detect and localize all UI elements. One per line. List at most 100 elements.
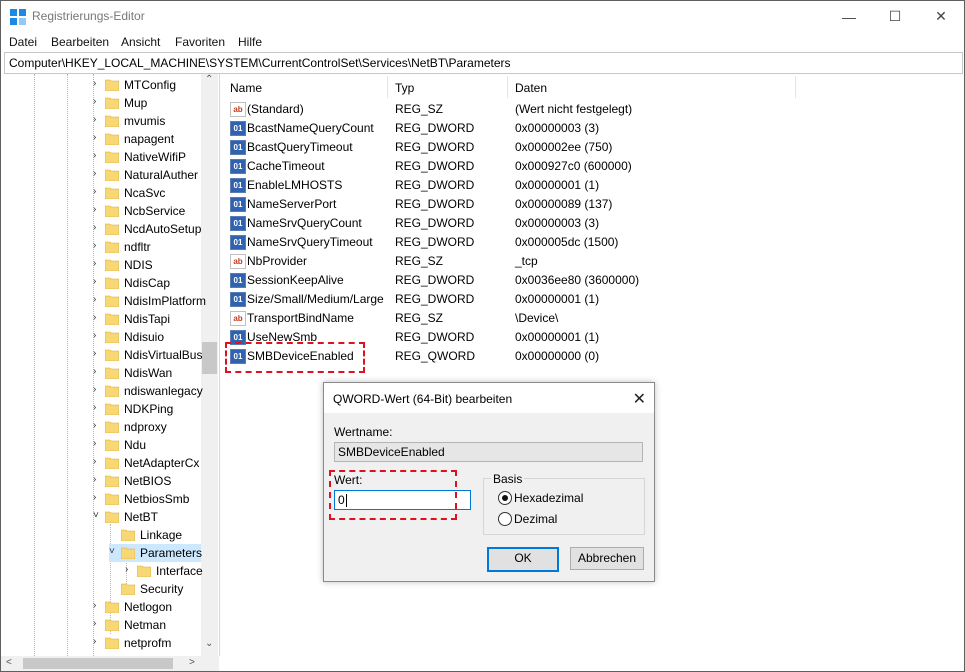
menu-file[interactable]: Datei bbox=[9, 35, 37, 49]
tree-item[interactable]: › NcdAutoSetup bbox=[93, 220, 201, 238]
scroll-down-icon[interactable]: ⌄ bbox=[205, 638, 213, 649]
value-row[interactable]: ab NbProvider REG_SZ _tcp bbox=[223, 251, 963, 270]
value-row[interactable]: 01 Size/Small/Medium/Large REG_DWORD 0x0000… bbox=[223, 289, 963, 308]
chevron-right-icon[interactable]: › bbox=[93, 366, 103, 377]
tree-item[interactable]: › NdisWan bbox=[93, 364, 201, 382]
value-row[interactable]: 01 NameServerPort REG_DWORD 0x00000089 (137… bbox=[223, 194, 963, 213]
menu-favorites[interactable]: Favoriten bbox=[175, 35, 225, 49]
tree-item[interactable]: › Interface bbox=[125, 562, 203, 580]
cancel-button[interactable]: Abbrechen bbox=[570, 547, 644, 570]
tree-item[interactable]: › NcbService bbox=[93, 202, 201, 220]
tree-item[interactable]: › NdisVirtualBus bbox=[93, 346, 202, 364]
chevron-right-icon[interactable]: › bbox=[125, 564, 135, 575]
tree-item[interactable]: › NetBIOS bbox=[93, 472, 201, 490]
close-button[interactable]: ✕ bbox=[918, 1, 964, 32]
chevron-right-icon[interactable]: › bbox=[93, 294, 103, 305]
tree-item[interactable]: › NdisCap bbox=[93, 274, 201, 292]
chevron-right-icon[interactable]: › bbox=[93, 132, 103, 143]
chevron-right-icon[interactable]: › bbox=[93, 330, 103, 341]
tree-item[interactable]: › NdisTapi bbox=[93, 310, 201, 328]
tree-item[interactable]: › NdisImPlatform bbox=[93, 292, 206, 310]
chevron-right-icon[interactable]: › bbox=[93, 618, 103, 629]
chevron-right-icon[interactable]: › bbox=[93, 474, 103, 485]
value-row[interactable]: ab (Standard) REG_SZ (Wert nicht festgelegt… bbox=[223, 99, 963, 118]
menu-help[interactable]: Hilfe bbox=[238, 35, 262, 49]
chevron-right-icon[interactable]: › bbox=[93, 600, 103, 611]
tree-item[interactable]: › ndfltr bbox=[93, 238, 201, 256]
minimize-button[interactable]: — bbox=[826, 1, 872, 32]
scroll-up-icon[interactable]: ⌃ bbox=[205, 74, 213, 85]
chevron-down-icon[interactable]: ˅ bbox=[93, 510, 103, 521]
tree-item[interactable]: › mvumis bbox=[93, 112, 201, 130]
scroll-right-icon[interactable]: > bbox=[189, 657, 195, 668]
chevron-right-icon[interactable]: › bbox=[93, 636, 103, 647]
chevron-right-icon[interactable]: › bbox=[93, 456, 103, 467]
chevron-right-icon[interactable]: › bbox=[93, 96, 103, 107]
dialog-close-icon[interactable]: ✕ bbox=[633, 389, 646, 409]
tree-item[interactable]: › netprofm bbox=[93, 634, 201, 652]
tree-item[interactable]: › NcaSvc bbox=[93, 184, 201, 202]
hex-radio[interactable] bbox=[498, 491, 512, 505]
tree-item[interactable]: ˅ Parameters bbox=[109, 544, 202, 562]
address-bar[interactable]: Computer\HKEY_LOCAL_MACHINE\SYSTEM\Curre… bbox=[4, 52, 963, 74]
value-row[interactable]: 01 EnableLMHOSTS REG_DWORD 0x00000001 (1) bbox=[223, 175, 963, 194]
tree-horizontal-scrollbar[interactable]: < > bbox=[1, 656, 219, 671]
tree-item[interactable]: › napagent bbox=[93, 130, 201, 148]
dec-radio-label[interactable]: Dezimal bbox=[514, 512, 557, 526]
tree-item[interactable]: › MTConfig bbox=[93, 76, 201, 94]
dec-radio[interactable] bbox=[498, 512, 512, 526]
h-scroll-thumb[interactable] bbox=[23, 658, 173, 669]
chevron-right-icon[interactable]: › bbox=[93, 240, 103, 251]
registry-tree[interactable]: ⌃ ⌄ › MTConfig › Mup › mvumis › napagent › Native… bbox=[1, 74, 220, 656]
tree-item[interactable]: › Mup bbox=[93, 94, 201, 112]
tree-item[interactable]: Linkage bbox=[109, 526, 201, 544]
column-header-data[interactable]: Daten bbox=[508, 76, 796, 98]
chevron-right-icon[interactable]: › bbox=[93, 402, 103, 413]
value-row[interactable]: 01 BcastQueryTimeout REG_DWORD 0x000002ee (… bbox=[223, 137, 963, 156]
tree-item[interactable]: ˅ NetBT bbox=[93, 508, 201, 526]
chevron-right-icon[interactable]: › bbox=[93, 312, 103, 323]
tree-item[interactable]: › Ndisuio bbox=[93, 328, 201, 346]
tree-item[interactable]: › NativeWifiP bbox=[93, 148, 201, 166]
chevron-right-icon[interactable]: › bbox=[93, 384, 103, 395]
chevron-right-icon[interactable]: › bbox=[93, 78, 103, 89]
value-row[interactable]: ab TransportBindName REG_SZ \Device\ bbox=[223, 308, 963, 327]
tree-item[interactable]: › NaturalAuther bbox=[93, 166, 201, 184]
menu-edit[interactable]: Bearbeiten bbox=[51, 35, 109, 49]
tree-vertical-scrollbar[interactable]: ⌃ ⌄ bbox=[201, 74, 218, 656]
value-row[interactable]: 01 NameSrvQueryCount REG_DWORD 0x00000003 (… bbox=[223, 213, 963, 232]
value-row[interactable]: 01 SessionKeepAlive REG_DWORD 0x0036ee80 (3… bbox=[223, 270, 963, 289]
tree-item[interactable]: › Netlogon bbox=[93, 598, 201, 616]
chevron-right-icon[interactable]: › bbox=[93, 420, 103, 431]
tree-item[interactable]: › Ndu bbox=[93, 436, 201, 454]
chevron-right-icon[interactable]: › bbox=[93, 204, 103, 215]
chevron-right-icon[interactable]: › bbox=[93, 276, 103, 287]
chevron-right-icon[interactable]: › bbox=[93, 492, 103, 503]
value-row[interactable]: 01 NameSrvQueryTimeout REG_DWORD 0x000005dc… bbox=[223, 232, 963, 251]
tree-item[interactable]: › NetbiosSmb bbox=[93, 490, 201, 508]
chevron-right-icon[interactable]: › bbox=[93, 150, 103, 161]
tree-item[interactable]: › ndproxy bbox=[93, 418, 201, 436]
chevron-right-icon[interactable]: › bbox=[93, 222, 103, 233]
menu-view[interactable]: Ansicht bbox=[121, 35, 160, 49]
scroll-thumb[interactable] bbox=[202, 342, 217, 374]
chevron-right-icon[interactable]: › bbox=[93, 258, 103, 269]
column-header-name[interactable]: Name bbox=[223, 76, 388, 98]
tree-item[interactable]: › ndiswanlegacy bbox=[93, 382, 203, 400]
tree-item[interactable]: › NetAdapterCx bbox=[93, 454, 201, 472]
ok-button[interactable]: OK bbox=[487, 547, 559, 572]
tree-item[interactable]: › NDKPing bbox=[93, 400, 201, 418]
chevron-right-icon[interactable]: › bbox=[93, 438, 103, 449]
chevron-right-icon[interactable]: › bbox=[93, 186, 103, 197]
value-row[interactable]: 01 BcastNameQueryCount REG_DWORD 0x00000003… bbox=[223, 118, 963, 137]
maximize-button[interactable]: ☐ bbox=[872, 1, 918, 32]
scroll-left-icon[interactable]: < bbox=[6, 657, 12, 668]
chevron-right-icon[interactable]: › bbox=[93, 168, 103, 179]
tree-item[interactable]: › Netman bbox=[93, 616, 201, 634]
chevron-right-icon[interactable]: › bbox=[93, 114, 103, 125]
chevron-down-icon[interactable]: ˅ bbox=[109, 546, 119, 557]
hex-radio-label[interactable]: Hexadezimal bbox=[514, 491, 583, 505]
tree-item[interactable]: › NDIS bbox=[93, 256, 201, 274]
tree-item[interactable]: Security bbox=[109, 580, 201, 598]
chevron-right-icon[interactable]: › bbox=[93, 348, 103, 359]
